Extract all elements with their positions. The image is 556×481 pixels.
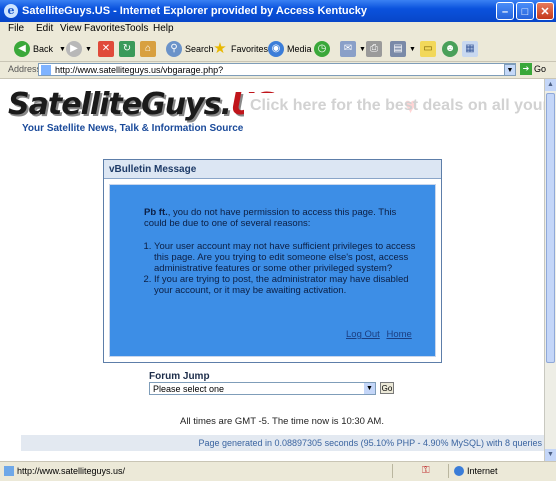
message-header: vBulletin Message <box>104 160 441 179</box>
research-button[interactable]: ▦ <box>462 40 481 58</box>
chevron-down-icon: ▼ <box>364 383 375 394</box>
chevron-down-icon: ▼ <box>59 45 66 53</box>
stop-button[interactable]: ✕ <box>98 40 117 58</box>
toolbar: ◀ Back ▼ ▶ ▼ ✕ ↻ ⌂ ⚲ Search ★ Favorites … <box>0 37 556 62</box>
address-dropdown-icon[interactable]: ▼ <box>504 64 516 76</box>
forum-jump-label: Forum Jump <box>149 371 210 382</box>
menu-bar: File Edit View Favorites Tools Help <box>0 22 556 38</box>
refresh-button[interactable]: ↻ <box>119 40 138 58</box>
history-icon: ◷ <box>314 41 330 57</box>
discuss-icon: ▭ <box>420 41 436 57</box>
forward-button[interactable]: ▶ ▼ <box>66 40 92 58</box>
status-divider <box>392 464 393 478</box>
refresh-icon: ↻ <box>119 41 135 57</box>
username: Pb ft. <box>144 207 168 218</box>
search-button[interactable]: ⚲ Search <box>166 40 214 58</box>
history-button[interactable]: ◷ <box>314 40 333 58</box>
scroll-down-icon[interactable]: ▼ <box>545 449 556 461</box>
forum-jump-go-button[interactable]: Go <box>380 382 394 394</box>
window-title: SatelliteGuys.US - Internet Explorer pro… <box>22 5 367 17</box>
scroll-thumb[interactable] <box>546 93 555 363</box>
menu-help[interactable]: Help <box>153 23 174 34</box>
maximize-button[interactable]: □ <box>516 2 534 20</box>
reason-item: If you are trying to post, the administr… <box>154 274 424 296</box>
favorites-button[interactable]: ★ Favorites <box>212 40 268 58</box>
mail-button[interactable]: ✉ ▼ <box>340 40 366 58</box>
messenger-icon: ☻ <box>442 41 458 57</box>
go-arrow-icon: ➔ <box>520 63 532 75</box>
message-links: Log Out Home <box>342 329 412 340</box>
address-input[interactable]: http://www.satelliteguys.us/vbgarage.php… <box>38 63 516 76</box>
page-status-icon <box>4 466 14 476</box>
vbulletin-message-box: vBulletin Message Pb ft., you do not hav… <box>103 159 442 363</box>
forward-arrow-icon: ▶ <box>66 41 82 57</box>
print-icon: ⎙ <box>366 41 382 57</box>
close-button[interactable]: ✕ <box>536 2 554 20</box>
media-button[interactable]: ◉ Media <box>268 40 312 58</box>
home-icon: ⌂ <box>140 41 156 57</box>
home-button[interactable]: ⌂ <box>140 40 159 58</box>
zone-label: Internet <box>467 466 498 476</box>
status-bar: http://www.satelliteguys.us/ ⚿ Internet <box>0 461 556 481</box>
discuss-button[interactable]: ▭ <box>420 40 439 58</box>
mail-icon: ✉ <box>340 41 356 57</box>
scroll-up-icon[interactable]: ▲ <box>545 79 556 91</box>
status-text: http://www.satelliteguys.us/ <box>17 466 126 476</box>
logout-link[interactable]: Log Out <box>346 329 380 340</box>
lock-icon: ⚿ <box>422 465 430 476</box>
menu-file[interactable]: File <box>8 23 24 34</box>
print-button[interactable]: ⎙ <box>366 40 385 58</box>
banner-text: Click here for the best deals on all you… <box>250 97 544 114</box>
edit-button[interactable]: ▤ ▼ <box>390 40 416 58</box>
logo-text: SatelliteGuys.US <box>8 87 276 122</box>
internet-zone-icon <box>454 466 464 476</box>
back-button[interactable]: ◀ Back ▼ <box>14 40 66 58</box>
address-label: Address <box>8 64 42 74</box>
search-icon: ⚲ <box>166 41 182 57</box>
go-button[interactable]: ➔ Go <box>520 63 546 75</box>
chevron-down-icon: ▼ <box>409 45 416 53</box>
edit-page-icon: ▤ <box>390 41 406 57</box>
home-link[interactable]: Home <box>386 329 411 340</box>
menu-edit[interactable]: Edit <box>36 23 53 34</box>
page-icon <box>41 65 51 75</box>
forum-jump-select[interactable]: Please select one ▼ <box>149 382 376 395</box>
site-logo[interactable]: SatelliteGuys.US Your Satellite News, Ta… <box>8 87 276 134</box>
menu-favorites[interactable]: Favorites <box>84 23 125 34</box>
reason-item: Your user account may not have sufficien… <box>154 241 424 274</box>
stop-icon: ✕ <box>98 41 114 57</box>
time-info: All times are GMT -5. The time now is 10… <box>180 416 384 427</box>
menu-view[interactable]: View <box>60 23 82 34</box>
ad-banner[interactable]: ♥ Click here for the best deals on all y… <box>244 93 544 121</box>
messenger-button[interactable]: ☻ <box>442 40 461 58</box>
page-viewport: SatelliteGuys.US Your Satellite News, Ta… <box>0 79 544 461</box>
status-divider <box>448 464 449 478</box>
message-body: Pb ft., you do not have permission to ac… <box>109 184 436 357</box>
logo-tagline: Your Satellite News, Talk & Information … <box>22 123 244 134</box>
reasons-list: Your user account may not have sufficien… <box>138 241 424 296</box>
research-icon: ▦ <box>462 41 478 57</box>
page-generated-info: Page generated in 0.08897305 seconds (95… <box>21 435 544 451</box>
star-icon: ★ <box>213 40 227 57</box>
chevron-down-icon: ▼ <box>85 45 92 53</box>
menu-tools[interactable]: Tools <box>125 23 148 34</box>
media-icon: ◉ <box>268 41 284 57</box>
chevron-down-icon: ▼ <box>359 45 366 53</box>
message-intro: Pb ft., you do not have permission to ac… <box>144 207 397 229</box>
address-bar: Address http://www.satelliteguys.us/vbga… <box>0 62 556 79</box>
minimize-button[interactable]: – <box>496 2 514 20</box>
ie-icon: e <box>4 4 18 18</box>
window-titlebar: e SatelliteGuys.US - Internet Explorer p… <box>0 0 556 22</box>
back-arrow-icon: ◀ <box>14 41 30 57</box>
vertical-scrollbar[interactable]: ▲ ▼ <box>544 79 556 461</box>
